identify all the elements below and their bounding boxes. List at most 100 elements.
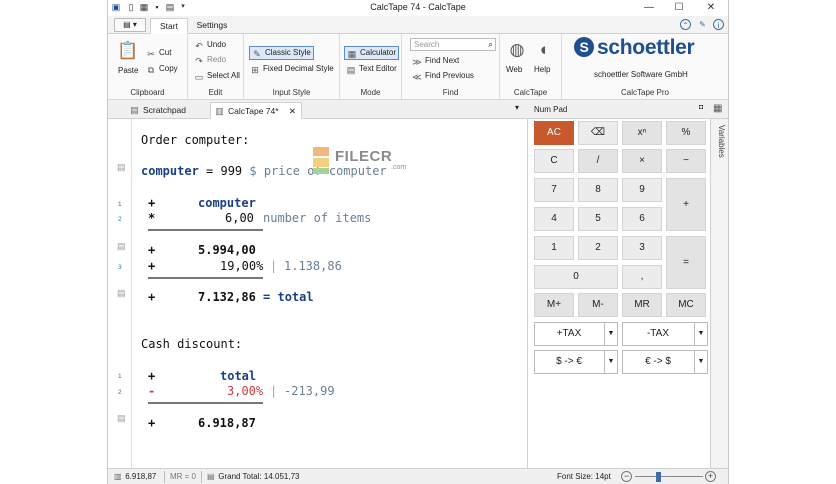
- schoettler-logo[interactable]: Sschoettler: [574, 36, 695, 60]
- key-7[interactable]: 7: [534, 178, 574, 202]
- font-size-slider-thumb[interactable]: [656, 472, 661, 482]
- tab-label: CalcTape 74*: [228, 106, 279, 116]
- eur-to-usd-label: € -> $: [645, 356, 671, 367]
- tape-operator: -: [148, 384, 156, 398]
- key-6[interactable]: 6: [622, 207, 662, 231]
- help-button[interactable]: Help: [534, 64, 550, 75]
- chevron-down-icon[interactable]: ▼: [694, 323, 707, 345]
- key-divide[interactable]: /: [578, 149, 618, 173]
- variables-side-tab[interactable]: Variables: [710, 119, 728, 468]
- eur-to-usd-dropdown[interactable]: € -> $ ▼: [622, 350, 708, 374]
- key-multiply[interactable]: ×: [622, 149, 662, 173]
- key-power[interactable]: xⁿ: [622, 121, 662, 145]
- info-icon[interactable]: i: [713, 19, 724, 30]
- tape-operator: +: [148, 243, 156, 257]
- paste-button[interactable]: Paste: [118, 65, 138, 76]
- status-bar: ▥ 6.918,87 MR = 0 ▤ Grand Total: 14.051,…: [108, 468, 728, 484]
- minus-tax-dropdown[interactable]: -TAX ▼: [622, 322, 708, 346]
- redo-button[interactable]: ↷ Redo: [194, 54, 226, 66]
- key-plus[interactable]: +: [666, 178, 706, 231]
- key-9[interactable]: 9: [622, 178, 662, 202]
- key-memory-clear[interactable]: MC: [666, 293, 706, 317]
- key-3[interactable]: 3: [622, 236, 662, 260]
- key-equals[interactable]: =: [666, 236, 706, 289]
- text-editor-mode-button[interactable]: ▤ Text Editor: [346, 63, 397, 75]
- key-minus[interactable]: −: [666, 149, 706, 173]
- usd-to-eur-label: $ -> €: [556, 356, 582, 367]
- copy-button[interactable]: ⧉ Copy: [146, 63, 178, 75]
- paste-icon[interactable]: 📋: [117, 40, 139, 62]
- key-8[interactable]: 8: [578, 178, 618, 202]
- tape-operator: +: [148, 369, 156, 383]
- tax-percent: 19,00%: [220, 259, 264, 273]
- total-line: 7.132,86 = total: [198, 290, 314, 304]
- help-icon[interactable]: ◐: [534, 39, 556, 61]
- pin-panel-icon[interactable]: ◘: [699, 104, 703, 111]
- close-tab-icon[interactable]: ✕: [289, 103, 296, 119]
- tab-scratchpad[interactable]: ▤ Scratchpad: [128, 102, 208, 119]
- globe-icon[interactable]: ◍: [506, 39, 528, 61]
- tab-menu-icon[interactable]: ▾: [515, 103, 519, 112]
- key-ac[interactable]: AC: [534, 121, 574, 145]
- collapse-ribbon-icon[interactable]: ⌃: [680, 19, 691, 30]
- minimize-button[interactable]: —: [636, 1, 662, 15]
- web-button[interactable]: Web: [506, 64, 522, 75]
- group-find: Search ⌕ ≫ Find Next ≪ Find Previous Find: [402, 34, 500, 100]
- watermark-logo-block: [313, 147, 329, 156]
- key-backspace[interactable]: ⌫: [578, 121, 618, 145]
- key-memory-plus[interactable]: M+: [534, 293, 574, 317]
- pencil-icon: ✎: [253, 49, 261, 59]
- key-5[interactable]: 5: [578, 207, 618, 231]
- watermark-logo-block: [313, 158, 329, 167]
- select-all-button[interactable]: ▭ Select All: [194, 70, 240, 82]
- usd-to-eur-dropdown[interactable]: $ -> € ▼: [534, 350, 618, 374]
- key-percent[interactable]: %: [666, 121, 706, 145]
- total-value: 7.132,86: [198, 290, 256, 304]
- cut-button[interactable]: ✂ Cut: [146, 47, 171, 59]
- zoom-out-icon[interactable]: −: [621, 471, 632, 482]
- document-tab-bar: ▤ Scratchpad ▥ CalcTape 74* ✕ ▾: [108, 100, 528, 119]
- group-label: CalcTape: [513, 88, 548, 97]
- key-memory-minus[interactable]: M-: [578, 293, 618, 317]
- search-input[interactable]: Search ⌕: [410, 38, 496, 51]
- tab-start[interactable]: Start: [150, 18, 188, 34]
- discount-percent: 3,00%: [227, 384, 264, 398]
- copy-label: Copy: [159, 64, 178, 73]
- key-1[interactable]: 1: [534, 236, 574, 260]
- fixed-decimal-button[interactable]: ⊞ Fixed Decimal Style: [250, 63, 334, 75]
- tab-settings[interactable]: Settings: [190, 18, 234, 34]
- group-label: CalcTape Pro: [620, 88, 670, 97]
- key-clear[interactable]: C: [534, 149, 574, 173]
- find-previous-icon: ≪: [412, 72, 422, 82]
- classic-style-label: Classic Style: [265, 48, 311, 57]
- font-size-slider-track[interactable]: [635, 476, 703, 477]
- file-menu-button[interactable]: ▤ ▾: [114, 18, 146, 32]
- calculator-mode-button[interactable]: ▦ Calculator: [344, 46, 400, 60]
- key-decimal[interactable]: ,: [622, 265, 662, 289]
- maximize-button[interactable]: ☐: [666, 1, 692, 15]
- text-editor-label: Text Editor: [359, 64, 397, 73]
- chevron-down-icon[interactable]: ▼: [604, 351, 617, 373]
- key-0[interactable]: 0: [534, 265, 618, 289]
- discount-amount: -213,99: [284, 384, 335, 398]
- fixed-decimal-label: Fixed Decimal Style: [263, 64, 334, 73]
- variable-value: = 999: [198, 164, 250, 178]
- key-2[interactable]: 2: [578, 236, 618, 260]
- classic-style-button[interactable]: ✎ Classic Style: [249, 46, 314, 60]
- search-icon[interactable]: ⌕: [488, 39, 493, 50]
- tab-calctape-74[interactable]: ▥ CalcTape 74* ✕: [210, 102, 302, 119]
- panel-layout-icon[interactable]: ▦: [713, 103, 722, 114]
- find-next-button[interactable]: ≫ Find Next: [412, 55, 459, 67]
- chevron-down-icon[interactable]: ▼: [694, 351, 707, 373]
- zoom-in-icon[interactable]: +: [705, 471, 716, 482]
- tape-heading: Cash discount:: [141, 337, 243, 351]
- undo-button[interactable]: ↶ Undo: [194, 39, 226, 51]
- tape-operator: +: [148, 259, 156, 273]
- key-4[interactable]: 4: [534, 207, 574, 231]
- close-button[interactable]: ✕: [698, 1, 724, 15]
- pin-icon[interactable]: ✎: [697, 19, 708, 30]
- find-previous-button[interactable]: ≪ Find Previous: [412, 70, 474, 82]
- plus-tax-dropdown[interactable]: +TAX ▼: [534, 322, 618, 346]
- chevron-down-icon[interactable]: ▼: [604, 323, 617, 345]
- key-memory-recall[interactable]: MR: [622, 293, 662, 317]
